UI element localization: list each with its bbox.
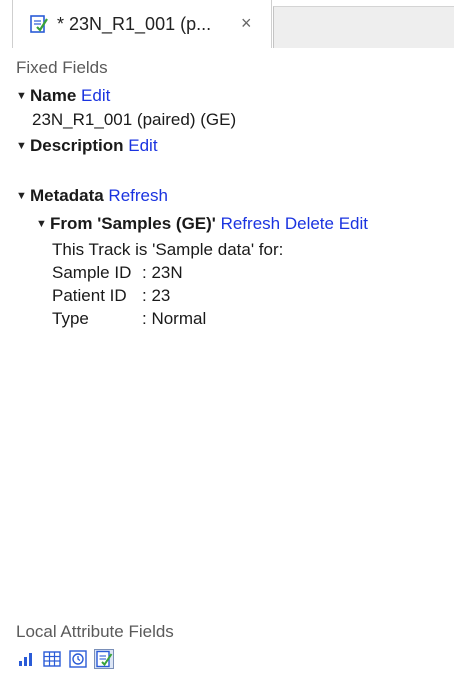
tab-strip: * 23N_R1_001 (p... × <box>0 0 454 49</box>
source-refresh-link[interactable]: Refresh <box>221 214 281 233</box>
expand-triangle-icon[interactable]: ▼ <box>36 218 50 230</box>
metadata-value: : 23N <box>142 263 183 282</box>
close-icon[interactable]: × <box>241 13 252 34</box>
expand-triangle-icon[interactable]: ▼ <box>16 190 30 202</box>
description-edit-link[interactable]: Edit <box>128 136 157 155</box>
metadata-kv-row: Type : Normal <box>52 309 206 329</box>
tab-strip-empty-area <box>273 6 454 49</box>
table-icon[interactable] <box>42 649 62 669</box>
metadata-source-row: ▼ From 'Samples (GE)' Refresh Delete Edit <box>36 214 368 234</box>
expand-triangle-icon[interactable]: ▼ <box>16 90 30 102</box>
document-edit-icon <box>29 14 49 34</box>
metadata-kv-row: Sample ID : 23N <box>52 263 183 283</box>
metadata-key: Patient ID <box>52 286 127 305</box>
metadata-intro-text: This Track is 'Sample data' for: <box>52 240 284 259</box>
metadata-source-label: From 'Samples (GE)' <box>50 214 216 233</box>
expand-triangle-icon[interactable]: ▼ <box>16 140 30 152</box>
bar-chart-icon[interactable] <box>16 649 36 669</box>
metadata-refresh-link[interactable]: Refresh <box>108 186 168 205</box>
document-edit-icon[interactable] <box>94 649 114 669</box>
metadata-label: Metadata <box>30 186 104 205</box>
metadata-kv-row: Patient ID : 23 <box>52 286 170 306</box>
track-editor-window: * 23N_R1_001 (p... × Fixed Fields ▼ Name … <box>0 0 454 676</box>
local-attribute-fields-header: Local Attribute Fields <box>16 622 174 641</box>
fields-panel: Fixed Fields ▼ Name Edit 23N_R1_001 (pair… <box>0 48 454 676</box>
tab-title: * 23N_R1_001 (p... <box>57 13 212 34</box>
history-icon[interactable] <box>68 649 88 669</box>
local-attribute-toolbar <box>16 648 114 670</box>
metadata-value: : 23 <box>142 286 171 305</box>
metadata-key: Type <box>52 309 89 328</box>
fixed-fields-header: Fixed Fields <box>16 58 108 77</box>
metadata-field-row: ▼ Metadata Refresh <box>16 186 168 206</box>
name-field-row: ▼ Name Edit <box>16 86 110 106</box>
name-value: 23N_R1_001 (paired) (GE) <box>32 110 237 129</box>
metadata-key: Sample ID <box>52 263 132 282</box>
source-delete-link[interactable]: Delete <box>285 214 334 233</box>
name-edit-link[interactable]: Edit <box>81 86 110 105</box>
source-edit-link[interactable]: Edit <box>339 214 368 233</box>
tab-track-23n[interactable]: * 23N_R1_001 (p... × <box>12 0 272 48</box>
description-label: Description <box>30 136 124 155</box>
description-field-row: ▼ Description Edit <box>16 136 158 156</box>
metadata-value: : Normal <box>142 309 207 328</box>
name-label: Name <box>30 86 77 105</box>
